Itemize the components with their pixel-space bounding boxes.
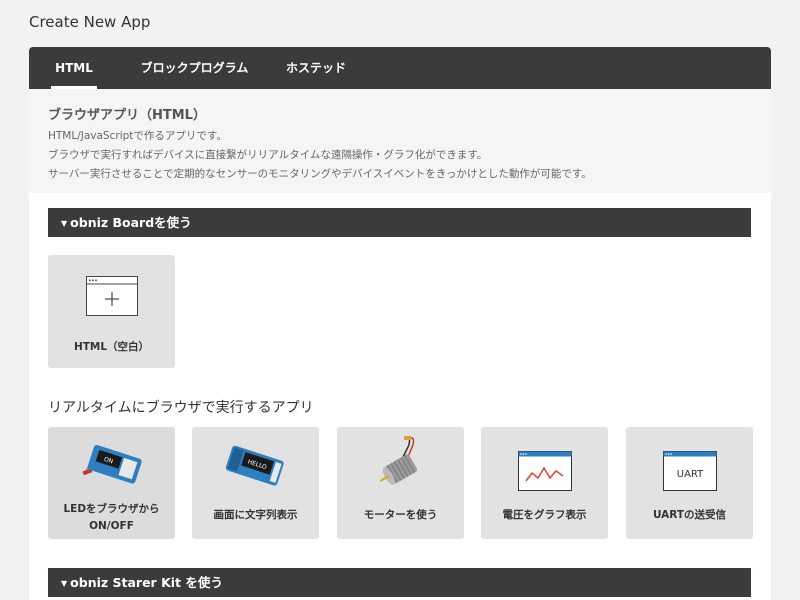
display-text-card[interactable]: HELLO 画面に文字列表示 bbox=[192, 427, 319, 539]
uart-card[interactable]: UART UARTの送受信 bbox=[626, 427, 753, 539]
card-label: 電圧をグラフ表示 bbox=[502, 509, 587, 521]
card-label: モーターを使う bbox=[363, 509, 438, 521]
card-label-line2: ON/OFF bbox=[89, 520, 134, 532]
uart-window-icon: UART bbox=[626, 451, 753, 491]
page-title: Create New App bbox=[29, 13, 151, 31]
motor-icon bbox=[337, 433, 464, 491]
section-obniz-board[interactable]: ▼ obniz Boardを使う bbox=[48, 208, 751, 237]
window-text: UART bbox=[676, 469, 703, 480]
description-line: サーバー実行させることで定期的なセンサーのモニタリングやデバイスイベントをきっか… bbox=[48, 168, 592, 180]
obniz-led-board-icon: ON bbox=[48, 437, 175, 489]
tab-bar: HTML ブロックプログラム ホステッド bbox=[29, 47, 771, 89]
obniz-display-board-icon: HELLO bbox=[192, 441, 319, 489]
section-obniz-starter-kit[interactable]: ▼ obniz Starer Kit を使う bbox=[48, 568, 751, 597]
triangle-down-icon: ▼ bbox=[61, 219, 68, 228]
section-label: obniz Boardを使う bbox=[70, 215, 192, 230]
tab-html[interactable]: HTML bbox=[51, 47, 97, 89]
description-line: HTML/JavaScriptで作るアプリです。 bbox=[48, 130, 227, 142]
card-label: 画面に文字列表示 bbox=[213, 509, 298, 521]
browser-window-plus-icon bbox=[48, 276, 175, 316]
description-title: ブラウザアプリ（HTML） bbox=[48, 108, 206, 123]
triangle-down-icon: ▼ bbox=[61, 579, 68, 588]
realtime-apps-heading: リアルタイムにブラウザで実行するアプリ bbox=[48, 400, 314, 416]
card-label-line1: LEDをブラウザから bbox=[63, 503, 160, 515]
voltage-graph-icon bbox=[481, 451, 608, 491]
description-line: ブラウザで実行すればデバイスに直接繋がリリアルタイムな遠隔操作・グラフ化ができま… bbox=[48, 149, 488, 161]
card-label: HTML（空白） bbox=[73, 341, 150, 353]
blank-html-card[interactable]: HTML（空白） bbox=[48, 255, 175, 368]
create-app-panel: HTML ブロックプログラム ホステッド ブラウザアプリ（HTML） HTML/… bbox=[29, 47, 771, 600]
motor-card[interactable]: モーターを使う bbox=[337, 427, 464, 539]
led-onoff-card[interactable]: ON LEDをブラウザから ON/OFF bbox=[48, 427, 175, 539]
tab-block-program[interactable]: ブロックプログラム bbox=[137, 47, 252, 89]
tab-hosted[interactable]: ホステッド bbox=[276, 47, 356, 89]
section-label: obniz Starer Kit を使う bbox=[70, 575, 223, 590]
card-label: UARTの送受信 bbox=[652, 509, 727, 521]
voltage-graph-card[interactable]: 電圧をグラフ表示 bbox=[481, 427, 608, 539]
app-type-description: ブラウザアプリ（HTML） HTML/JavaScriptで作るアプリです。 ブ… bbox=[29, 89, 771, 193]
